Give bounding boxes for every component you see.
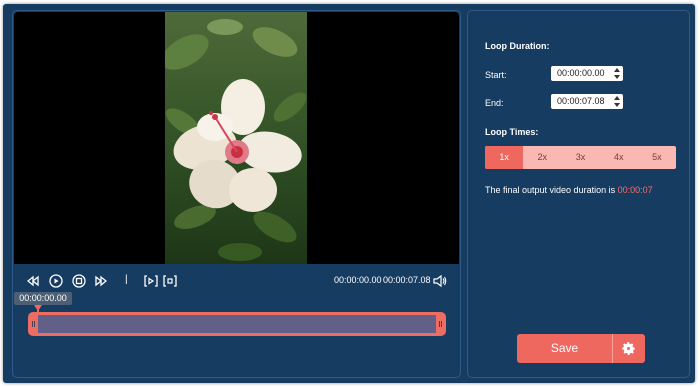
start-time-field[interactable]: 00:00:00.00 [551,66,623,81]
clip-end-icon[interactable] [163,274,177,291]
gear-icon [621,341,636,361]
loop-times-heading: Loop Times: [485,127,539,137]
hibiscus-flower-image [165,19,307,261]
start-time-value: 00:00:00.00 [557,68,605,78]
start-handle[interactable] [32,321,35,327]
end-time-field[interactable]: 00:00:07.08 [551,94,623,109]
start-label: Start: [485,70,507,80]
loop-times-selector: 1x 2x 3x 4x 5x [485,146,676,169]
save-button[interactable]: Save [517,334,612,363]
loop-duration-heading: Loop Duration: [485,41,550,51]
loop-option-3x[interactable]: 3x [561,146,599,169]
summary-duration: 00:00:07 [617,185,653,195]
summary-text: The final output video duration is [485,185,618,195]
end-spinner-icon[interactable] [614,96,620,107]
stop-icon[interactable] [72,274,86,291]
timeline-selection [38,315,436,333]
end-time-value: 00:00:07.08 [557,96,605,106]
playhead-tooltip: 00:00:00.00 [14,292,72,305]
forward-icon[interactable] [95,275,108,290]
video-preview[interactable] [14,12,459,264]
clip-start-icon[interactable] [144,274,158,291]
output-duration-summary: The final output video duration is 00:00… [485,185,653,195]
loop-option-4x[interactable]: 4x [600,146,638,169]
end-handle[interactable] [439,321,442,327]
settings-panel: Loop Duration: Start: 00:00:00.00 End: 0… [467,10,690,378]
settings-button[interactable] [613,334,645,363]
current-time: 00:00:00.00 [334,275,382,285]
play-icon[interactable] [49,274,63,291]
volume-icon[interactable] [433,274,447,291]
total-time: 00:00:07.08 [383,275,431,285]
loop-option-1x[interactable]: 1x [485,146,524,169]
loop-timeline[interactable] [28,312,446,336]
app-window: | 00:00:00.00 00:00:07.08 00:00:00.00 Lo… [3,4,695,383]
loop-option-5x[interactable]: 5x [638,146,676,169]
end-label: End: [485,98,504,108]
divider: | [125,274,128,285]
preview-panel: | 00:00:00.00 00:00:07.08 00:00:00.00 [12,10,461,378]
loop-option-2x[interactable]: 2x [523,146,561,169]
video-frame [165,12,307,264]
rewind-icon[interactable] [26,275,39,290]
save-button-group: Save [517,334,645,363]
start-spinner-icon[interactable] [614,68,620,79]
